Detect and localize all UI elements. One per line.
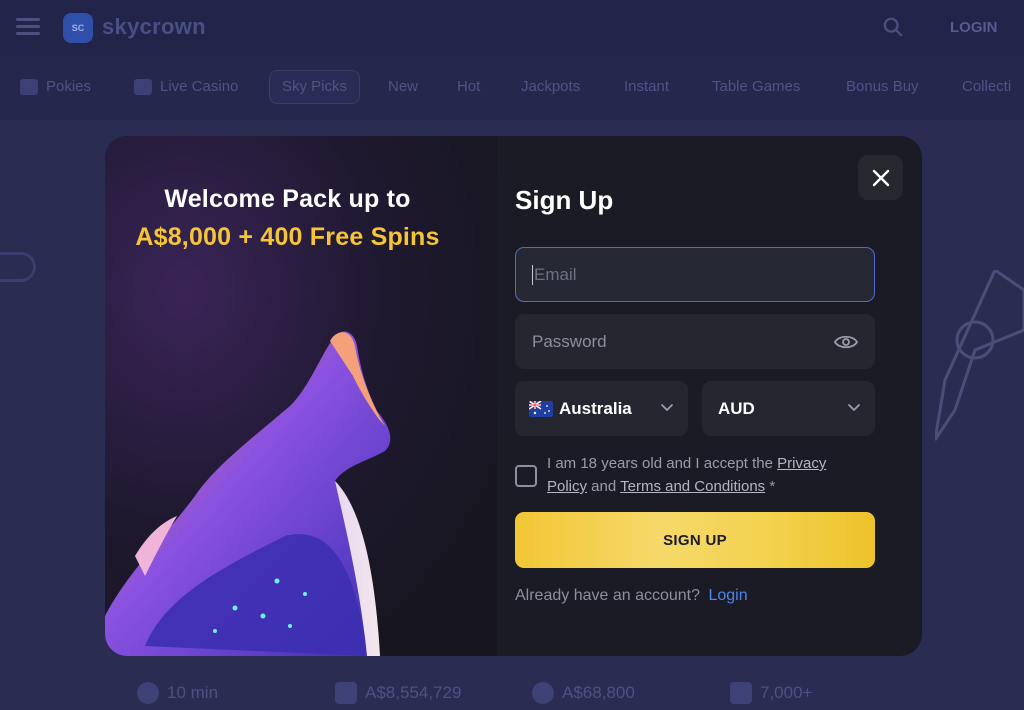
stat-item: 10 min bbox=[137, 682, 218, 704]
category-label: Hot bbox=[457, 78, 481, 95]
consent-prefix: I am 18 years old and I accept the bbox=[547, 455, 778, 472]
login-link[interactable]: Login bbox=[708, 587, 747, 604]
promo-amount: A$8,000 + 400 Free Spins bbox=[135, 223, 440, 251]
category-new[interactable]: New bbox=[376, 70, 430, 104]
consent-required-mark: * bbox=[765, 478, 776, 495]
have-account-row: Already have an account? Login bbox=[515, 587, 748, 605]
category-live-casino[interactable]: Live Casino bbox=[122, 70, 250, 104]
category-label: Live Casino bbox=[160, 78, 239, 95]
stat-item: 7,000+ bbox=[730, 682, 812, 704]
consent-and: and bbox=[587, 478, 621, 495]
background-decoration bbox=[935, 270, 1024, 441]
category-label: Collecti bbox=[962, 78, 1012, 95]
have-account-text: Already have an account? bbox=[515, 587, 701, 604]
chevron-down-icon bbox=[848, 404, 860, 411]
games-icon bbox=[730, 682, 752, 704]
logo-icon: SC bbox=[63, 13, 93, 43]
howling-wolf-illustration bbox=[105, 331, 391, 656]
category-sky-picks[interactable]: Sky Picks bbox=[269, 70, 361, 104]
category-bonus-buy[interactable]: Bonus Buy bbox=[834, 70, 931, 104]
top-bar: SC skycrown LOGIN bbox=[0, 0, 1024, 56]
slot-machine-icon bbox=[20, 79, 38, 95]
stats-bar: 10 min A$8,554,729 A$68,800 7,000+ bbox=[0, 678, 1024, 710]
background-decoration bbox=[0, 252, 36, 282]
category-jackpots[interactable]: Jackpots bbox=[509, 70, 592, 104]
terms-checkbox[interactable] bbox=[515, 465, 537, 487]
currency-select[interactable]: AUD bbox=[702, 381, 875, 436]
eye-icon[interactable] bbox=[834, 334, 858, 350]
category-label: Table Games bbox=[712, 78, 801, 95]
category-hot[interactable]: Hot bbox=[445, 70, 492, 104]
chevron-down-icon bbox=[661, 404, 673, 411]
email-field[interactable] bbox=[515, 247, 875, 302]
promo-title: Welcome Pack up to bbox=[164, 185, 411, 213]
category-collections[interactable]: Collecti bbox=[950, 70, 1023, 104]
signup-modal: Welcome Pack up to A$8,000 + 400 Free Sp… bbox=[105, 136, 922, 656]
stat-value: 10 min bbox=[167, 683, 219, 702]
terms-consent: I am 18 years old and I accept the Priva… bbox=[515, 452, 875, 498]
play-icon bbox=[134, 79, 152, 95]
form-title: Sign Up bbox=[515, 185, 614, 215]
password-field[interactable]: Password bbox=[515, 314, 875, 369]
currency-value: AUD bbox=[718, 398, 755, 418]
category-label: Instant bbox=[624, 78, 670, 95]
clock-icon bbox=[137, 682, 159, 704]
category-label: Pokies bbox=[46, 78, 92, 95]
consent-text: I am 18 years old and I accept the Priva… bbox=[547, 452, 867, 498]
australia-flag-icon bbox=[529, 400, 553, 417]
category-label: Sky Picks bbox=[282, 78, 348, 95]
category-bar: Pokies Live Casino Sky Picks New Hot Jac… bbox=[0, 56, 1024, 120]
text-caret bbox=[532, 264, 533, 285]
password-placeholder: Password bbox=[532, 331, 607, 351]
menu-icon[interactable] bbox=[16, 18, 40, 36]
close-icon bbox=[872, 169, 889, 186]
category-pokies[interactable]: Pokies bbox=[8, 70, 103, 104]
country-select[interactable]: Australia bbox=[515, 381, 688, 436]
terms-link[interactable]: Terms and Conditions bbox=[620, 478, 765, 495]
header-login-link[interactable]: LOGIN bbox=[950, 19, 998, 36]
stat-value: 7,000+ bbox=[760, 683, 813, 702]
search-icon[interactable] bbox=[882, 16, 904, 38]
category-instant[interactable]: Instant bbox=[612, 70, 681, 104]
category-table-games[interactable]: Table Games bbox=[700, 70, 812, 104]
promo-panel: Welcome Pack up to A$8,000 + 400 Free Sp… bbox=[105, 136, 497, 656]
stat-value: A$8,554,729 bbox=[365, 683, 462, 702]
category-label: New bbox=[388, 78, 419, 95]
signup-button[interactable]: SIGN UP bbox=[515, 512, 875, 568]
wallet-icon bbox=[335, 682, 357, 704]
stat-value: A$68,800 bbox=[562, 683, 635, 702]
stat-item: A$8,554,729 bbox=[335, 682, 461, 704]
category-label: Jackpots bbox=[521, 78, 581, 95]
email-input[interactable] bbox=[534, 264, 858, 285]
lightning-icon bbox=[532, 682, 554, 704]
close-button[interactable] bbox=[858, 155, 903, 200]
category-label: Bonus Buy bbox=[846, 78, 919, 95]
stat-item: A$68,800 bbox=[532, 682, 635, 704]
logo-text[interactable]: skycrown bbox=[102, 14, 206, 40]
country-value: Australia bbox=[559, 398, 632, 418]
